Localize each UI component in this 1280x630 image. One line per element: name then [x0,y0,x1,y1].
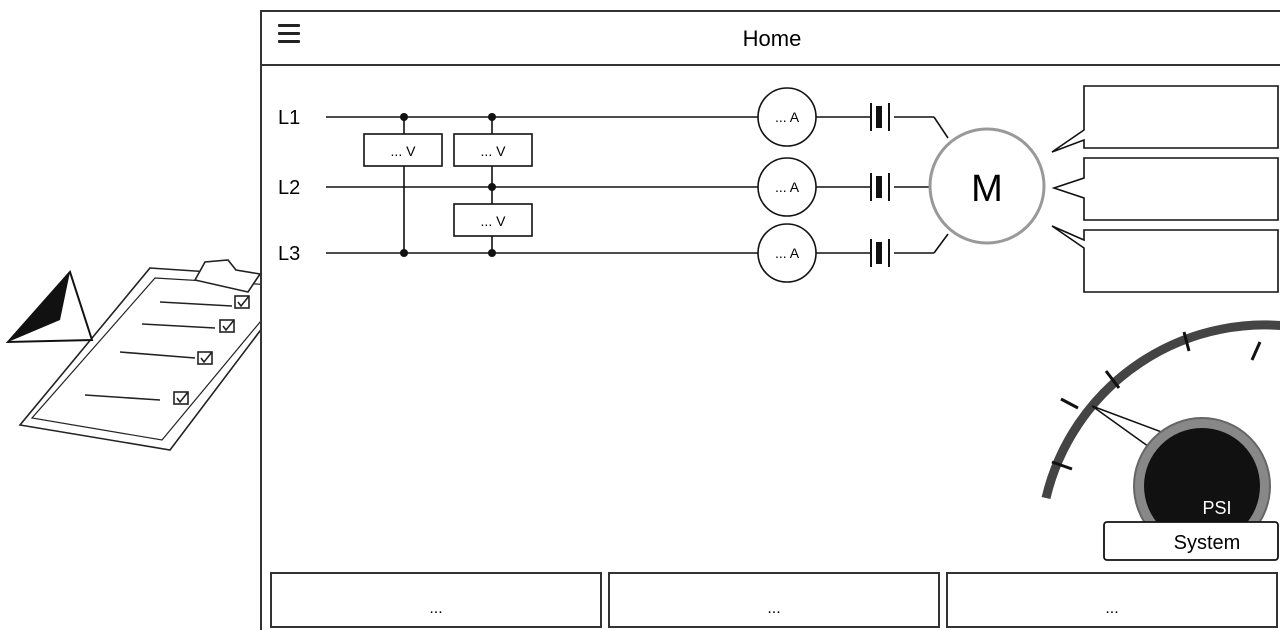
motor[interactable]: M [928,127,1046,245]
ammeter-l2[interactable]: ... A [757,157,817,217]
contact-breaker-icon [870,239,890,267]
app-window: Home L1 L2 L3 ... V ... V ... V ... A ..… [260,10,1280,630]
voltmeter-reading: ... V [481,143,507,159]
ammeter-reading: ... A [775,179,800,195]
motor-callout-3[interactable] [1051,225,1279,293]
ammeter-reading: ... A [775,109,800,125]
voltmeter-reading: ... V [481,213,507,229]
motor-callout-1[interactable] [1051,85,1279,153]
ammeter-reading: ... A [775,245,800,261]
voltmeter-l2-l3[interactable]: ... V [453,203,533,237]
circuit-diagram: L1 L2 L3 ... V ... V ... V ... A ... A .… [278,85,1280,561]
line-label-l1: L1 [278,107,300,129]
page-title: Home [742,26,802,51]
bottom-button-1[interactable]: ... [270,572,602,628]
ammeter-l3[interactable]: ... A [757,223,817,283]
pen-icon [5,270,94,344]
line-label-l3: L3 [278,243,300,265]
voltmeter-reading: ... V [391,143,417,159]
header-bar: Home [262,12,1280,66]
gauge-unit: PSI [1202,498,1231,518]
ammeter-l1[interactable]: ... A [757,87,817,147]
line-label-l2: L2 [278,177,300,199]
voltmeter-l1-l2[interactable]: ... V [453,133,533,167]
bottom-button-2[interactable]: ... [608,572,940,628]
contact-breaker-icon [870,173,890,201]
motor-label: M [971,168,1003,210]
bottom-button-3[interactable]: ... [946,572,1278,628]
gauge-label: System [1174,532,1241,554]
voltmeter-l1-l3[interactable]: ... V [363,133,443,167]
contact-breaker-icon [870,103,890,131]
pressure-gauge: PSI System [1041,320,1280,561]
motor-callout-2[interactable] [1051,157,1279,221]
